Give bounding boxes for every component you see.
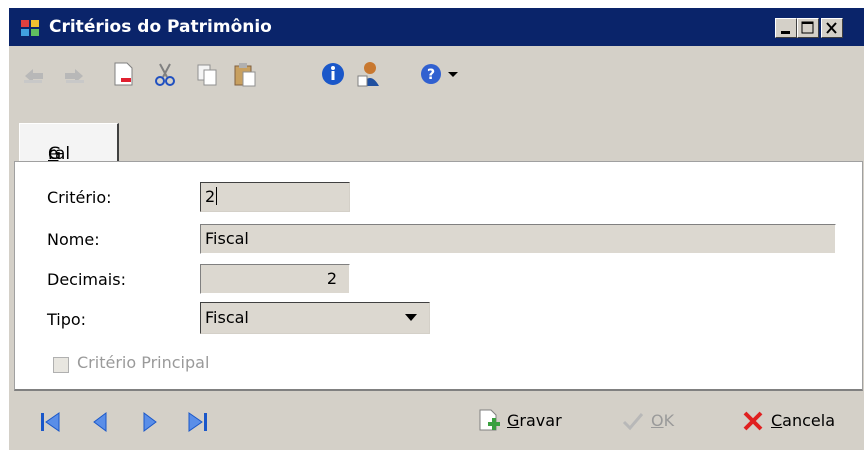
tab-geral[interactable]: Ge ral [19,123,119,164]
tipo-select[interactable]: Fiscal [200,302,430,334]
nome-label: Nome: [47,230,100,249]
maximize-button[interactable] [797,18,819,38]
last-record-icon[interactable] [187,411,209,433]
help-icon[interactable]: ? [417,60,445,88]
criterio-label: Critério: [47,188,112,207]
window-title: Critérios do Patrimônio [49,17,272,37]
ok-button[interactable]: OK [621,405,691,439]
app-icon [21,20,39,36]
svg-text:?: ? [427,67,435,83]
chevron-down-icon [405,314,417,321]
footer-bar: Gravar OK Cancela [9,391,864,450]
cancel-icon [743,411,763,431]
tipo-label: Tipo: [47,310,87,329]
gravar-button[interactable]: Gravar [477,405,577,439]
nome-input[interactable]: Fiscal [200,224,836,254]
check-icon [622,413,644,431]
criterio-input[interactable]: 2 [200,182,350,212]
decimais-label: Decimais: [47,270,126,289]
close-icon [826,22,837,34]
new-document-icon[interactable] [109,60,137,88]
decimais-input[interactable]: 2 [200,264,350,294]
form-panel: Critério: 2 Nome: Fiscal Decimais: 2 Tip… [14,161,863,391]
previous-record-icon[interactable] [89,411,111,433]
minimize-button[interactable] [775,18,797,38]
dropdown-arrow-icon[interactable] [445,60,461,88]
dialog-window: Critérios do Patrimônio ? G e ral Critér… [8,8,864,450]
next-record-icon[interactable] [139,411,161,433]
cut-icon[interactable] [151,60,179,88]
save-icon [479,409,500,431]
criterio-principal-checkbox[interactable] [53,357,69,373]
close-button[interactable] [821,18,843,38]
toolbar: ? [9,46,864,108]
first-record-icon[interactable] [39,411,61,433]
tab-strip: Ge ral [9,108,864,166]
paste-icon[interactable] [231,60,259,88]
forward-icon[interactable] [59,60,87,88]
copy-icon[interactable] [193,60,221,88]
title-bar[interactable]: Critérios do Patrimônio [9,8,864,46]
criterio-principal-label: Critério Principal [77,353,210,372]
maximize-icon [801,21,814,34]
cancela-button[interactable]: Cancela [741,405,853,439]
back-icon[interactable] [21,60,49,88]
user-icon[interactable] [355,60,383,88]
info-icon[interactable] [319,60,347,88]
minimize-icon [781,31,790,34]
